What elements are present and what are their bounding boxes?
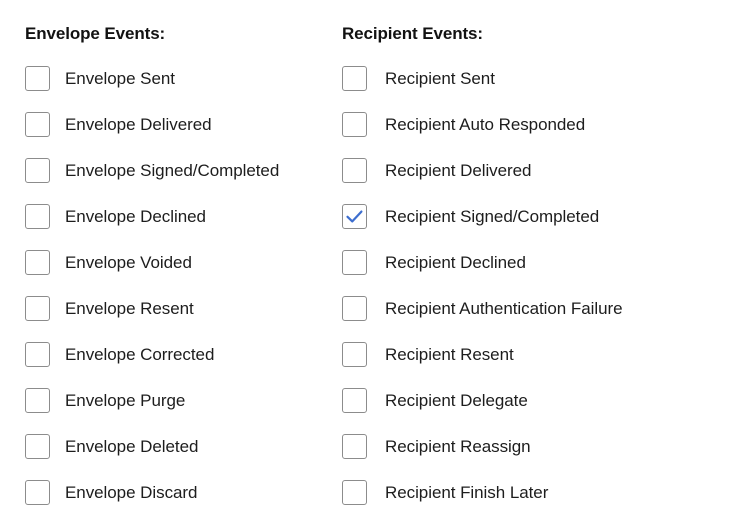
checkbox-envelope-events-9[interactable] (25, 480, 50, 505)
checkbox-row[interactable]: Envelope Delivered (25, 112, 279, 158)
checkbox-row[interactable]: Envelope Declined (25, 204, 279, 250)
checkbox-envelope-events-1[interactable] (25, 112, 50, 137)
checkbox-row[interactable]: Recipient Signed/Completed (342, 204, 623, 250)
checkbox-row[interactable]: Recipient Delivered (342, 158, 623, 204)
envelope-events-checkbox-list: Envelope Sent Envelope Delivered Envelope … (25, 66, 279, 526)
checkbox-recipient-events-2[interactable] (342, 158, 367, 183)
checkbox-row[interactable]: Envelope Sent (25, 66, 279, 112)
checkbox-recipient-events-9[interactable] (342, 480, 367, 505)
checkbox-row[interactable]: Envelope Signed/Completed (25, 158, 279, 204)
checkbox-envelope-events-7[interactable] (25, 388, 50, 413)
checkbox-label: Envelope Declined (65, 207, 206, 226)
checkbox-row[interactable]: Envelope Discard (25, 480, 279, 526)
checkbox-envelope-events-3[interactable] (25, 204, 50, 229)
checkbox-recipient-events-6[interactable] (342, 342, 367, 367)
checkbox-recipient-events-7[interactable] (342, 388, 367, 413)
checkbox-row[interactable]: Recipient Sent (342, 66, 623, 112)
checkbox-label: Recipient Reassign (385, 437, 531, 456)
recipient-events-heading: Recipient Events: (342, 24, 483, 43)
checkbox-label: Recipient Auto Responded (385, 115, 586, 134)
checkbox-label: Envelope Deleted (65, 437, 199, 456)
checkbox-recipient-events-4[interactable] (342, 250, 367, 275)
checkbox-envelope-events-0[interactable] (25, 66, 50, 91)
checkbox-label: Recipient Finish Later (385, 483, 549, 502)
checkbox-row[interactable]: Envelope Purge (25, 388, 279, 434)
checkbox-label: Envelope Delivered (65, 115, 212, 134)
checkbox-recipient-events-0[interactable] (342, 66, 367, 91)
checkbox-row[interactable]: Recipient Finish Later (342, 480, 623, 526)
checkbox-row[interactable]: Recipient Delegate (342, 388, 623, 434)
checkbox-label: Envelope Purge (65, 391, 186, 410)
checkbox-envelope-events-2[interactable] (25, 158, 50, 183)
checkbox-row[interactable]: Envelope Resent (25, 296, 279, 342)
checkbox-label: Envelope Sent (65, 69, 175, 88)
checkbox-label: Recipient Sent (385, 69, 495, 88)
checkbox-row[interactable]: Recipient Authentication Failure (342, 296, 623, 342)
checkbox-label: Recipient Authentication Failure (385, 299, 623, 318)
recipient-events-checkbox-list: Recipient Sent Recipient Auto Responded Re… (342, 66, 623, 526)
checkmark-icon (346, 210, 363, 223)
checkbox-row[interactable]: Recipient Auto Responded (342, 112, 623, 158)
checkbox-label: Recipient Delivered (385, 161, 532, 180)
checkbox-label: Envelope Resent (65, 299, 194, 318)
checkbox-label: Envelope Corrected (65, 345, 215, 364)
event-selection-panel: Envelope Events: Envelope Sent Envelope D… (0, 0, 740, 516)
envelope-events-heading: Envelope Events: (25, 24, 166, 43)
checkbox-label: Envelope Voided (65, 253, 192, 272)
checkbox-recipient-events-8[interactable] (342, 434, 367, 459)
checkbox-row[interactable]: Recipient Reassign (342, 434, 623, 480)
checkbox-label: Envelope Signed/Completed (65, 161, 280, 180)
checkbox-label: Envelope Discard (65, 483, 198, 502)
checkbox-label: Recipient Resent (385, 345, 514, 364)
checkbox-row[interactable]: Envelope Corrected (25, 342, 279, 388)
checkbox-label: Recipient Delegate (385, 391, 528, 410)
checkbox-recipient-events-3[interactable] (342, 204, 367, 229)
checkbox-label: Recipient Declined (385, 253, 526, 272)
checkbox-row[interactable]: Envelope Voided (25, 250, 279, 296)
checkbox-envelope-events-8[interactable] (25, 434, 50, 459)
checkbox-label: Recipient Signed/Completed (385, 207, 600, 226)
checkbox-envelope-events-4[interactable] (25, 250, 50, 275)
checkbox-row[interactable]: Recipient Resent (342, 342, 623, 388)
checkbox-envelope-events-6[interactable] (25, 342, 50, 367)
checkbox-recipient-events-1[interactable] (342, 112, 367, 137)
checkbox-row[interactable]: Recipient Declined (342, 250, 623, 296)
checkbox-recipient-events-5[interactable] (342, 296, 367, 321)
checkbox-row[interactable]: Envelope Deleted (25, 434, 279, 480)
checkbox-envelope-events-5[interactable] (25, 296, 50, 321)
